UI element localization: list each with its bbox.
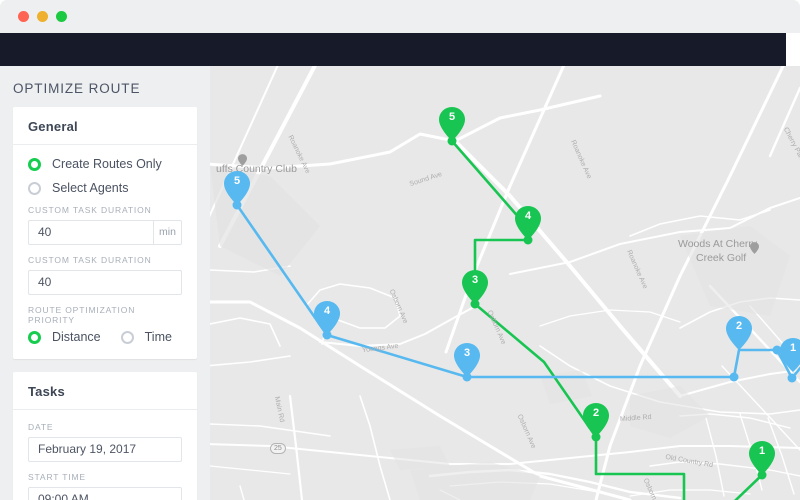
custom-task-duration-field-2: 40: [28, 270, 182, 295]
start-time-label: START TIME: [28, 472, 86, 482]
map-marker-green-4[interactable]: 4: [515, 206, 541, 240]
map-marker-green-5[interactable]: 5: [439, 107, 465, 141]
blue-stop-vertex-2[interactable]: [729, 372, 739, 382]
marker-label: 4: [323, 305, 331, 317]
date-input[interactable]: February 19, 2017: [28, 437, 182, 462]
custom-task-duration-label-2: CUSTOM TASK DURATION: [28, 255, 152, 265]
map-marker-blue-4[interactable]: 4: [314, 301, 340, 335]
optimize-route-sidebar: OPTIMIZE ROUTE General Create Routes Onl…: [0, 66, 210, 500]
radio-label: Distance: [52, 330, 101, 344]
radio-priority-time[interactable]: Time: [120, 330, 172, 344]
radio-label: Create Routes Only: [52, 157, 162, 171]
minimize-window-button[interactable]: [37, 11, 48, 22]
marker-label: 5: [448, 111, 456, 123]
general-card-body: Create Routes Only Select Agents CUSTOM …: [13, 145, 197, 359]
marker-label: 1: [758, 445, 766, 457]
radio-indicator[interactable]: [28, 330, 41, 344]
marker-label: 1: [789, 342, 797, 354]
page-title: OPTIMIZE ROUTE: [13, 81, 141, 96]
radio-indicator[interactable]: [120, 330, 134, 344]
start-time-input[interactable]: 09:00 AM: [28, 487, 182, 500]
map-marker-blue-5[interactable]: 5: [224, 171, 250, 205]
custom-task-duration-input-1[interactable]: 40: [28, 220, 154, 245]
general-card: General Create Routes Only Select Agents…: [13, 107, 197, 359]
window-titlebar: [0, 0, 800, 33]
map-marker-blue-2[interactable]: 2: [726, 316, 752, 350]
radio-indicator[interactable]: [28, 157, 41, 171]
custom-task-duration-unit-1: min: [154, 220, 182, 245]
radio-indicator[interactable]: [28, 181, 41, 195]
custom-task-duration-field-1: 40 min: [28, 220, 182, 245]
tasks-card: Tasks DATE February 19, 2017 START TIME …: [13, 372, 197, 500]
route-shield-25: 25: [270, 443, 286, 454]
map-marker-green-2[interactable]: 2: [583, 403, 609, 437]
date-label: DATE: [28, 422, 54, 432]
radio-priority-distance[interactable]: Distance: [28, 330, 101, 344]
custom-task-duration-label-1: CUSTOM TASK DURATION: [28, 205, 152, 215]
map-marker-green-3[interactable]: 3: [462, 270, 488, 304]
green-route-path: [450, 139, 764, 500]
close-window-button[interactable]: [18, 11, 29, 22]
start-time-field: 09:00 AM: [28, 487, 182, 500]
map-marker-blue-3[interactable]: 3: [454, 343, 480, 377]
marker-label: 3: [471, 274, 479, 286]
traffic-lights: [18, 11, 67, 22]
radio-label: Select Agents: [52, 181, 129, 195]
maximize-window-button[interactable]: [56, 11, 67, 22]
map-marker-blue-1[interactable]: 1: [780, 338, 800, 372]
radio-select-agents[interactable]: Select Agents: [28, 181, 182, 195]
route-optimization-priority-label: ROUTE OPTIMIZATION PRIORITY: [28, 305, 136, 325]
tasks-card-heading: Tasks: [13, 372, 197, 410]
custom-task-duration-input-2[interactable]: 40: [28, 270, 182, 295]
marker-label: 2: [735, 320, 743, 332]
route-optimization-priority-group: Distance Time: [28, 330, 182, 344]
marker-label: 2: [592, 407, 600, 419]
app-header-bar: [0, 33, 786, 66]
app-window: OPTIMIZE ROUTE General Create Routes Onl…: [0, 0, 800, 500]
map-routes-layer: [235, 139, 800, 500]
map-marker-green-1[interactable]: 1: [749, 441, 775, 475]
tasks-card-body: DATE February 19, 2017 START TIME 09:00 …: [13, 410, 197, 500]
marker-label: 5: [233, 175, 241, 187]
general-card-heading: General: [13, 107, 197, 145]
marker-label: 3: [463, 347, 471, 359]
date-field: February 19, 2017: [28, 437, 182, 462]
radio-label: Time: [144, 330, 172, 344]
map-canvas[interactable]: uffs Country Club Woods At Cherry Creek …: [210, 66, 800, 500]
marker-label: 4: [524, 210, 532, 222]
radio-create-routes-only[interactable]: Create Routes Only: [28, 157, 182, 171]
blue-route-vertex-extra[interactable]: [787, 373, 797, 383]
